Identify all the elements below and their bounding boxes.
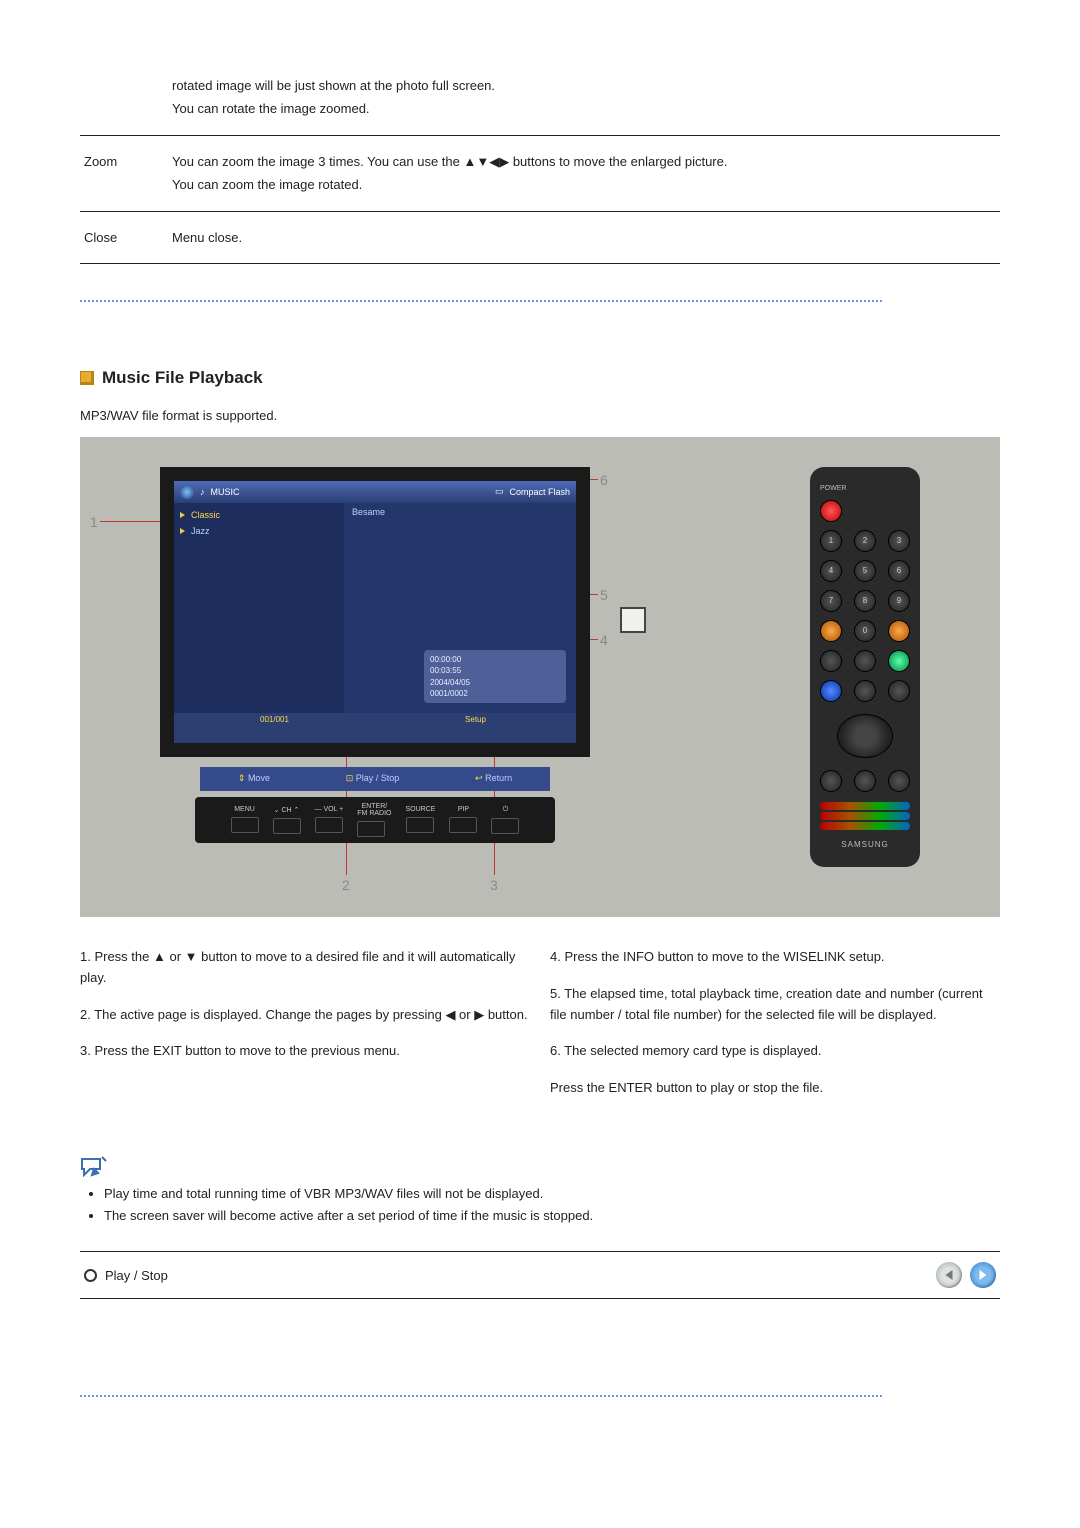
info-count: 0001/0002 — [430, 688, 560, 699]
step-text: 3. Press the EXIT button to move to the … — [80, 1041, 530, 1062]
info-box: 00:00:00 00:03:55 2004/04/05 0001/0002 — [424, 650, 566, 703]
note-item: The screen saver will become active afte… — [104, 1205, 1000, 1227]
setup-label: Setup — [375, 715, 576, 724]
monitor-stand: MENU ⌄ CH ⌃ — VOL + ENTER/ FM RADIO SOUR… — [195, 797, 555, 843]
list-item[interactable]: Classic — [174, 507, 344, 523]
feature-table: rotated image will be just shown at the … — [80, 60, 1000, 264]
info-date: 2004/04/05 — [430, 677, 560, 688]
section-title: Music File Playback — [102, 368, 263, 388]
step-text: 1. Press the ▲ or ▼ button to move to a … — [80, 947, 530, 989]
feature-label: Zoom — [80, 135, 168, 211]
callout-6: 6 — [600, 472, 608, 488]
screen-mode-label: MUSIC — [211, 487, 240, 497]
steps: 1. Press the ▲ or ▼ button to move to a … — [80, 947, 1000, 1115]
step-text: 6. The selected memory card type is disp… — [550, 1041, 1000, 1062]
monitor: ♪ MUSIC ▭ Compact Flash Classic Jazz — [160, 467, 590, 857]
list-item-label: Classic — [191, 510, 220, 520]
table-row: Zoom You can zoom the image 3 times. You… — [80, 135, 1000, 211]
callout-1: 1 — [90, 514, 98, 530]
feature-desc: You can zoom the image 3 times. You can … — [168, 135, 1000, 211]
callout-4: 4 — [600, 632, 608, 648]
play-icon — [180, 528, 185, 534]
card-icon: ▭ — [495, 486, 504, 497]
hint-bar: ⇕ Move ⊡ Play / Stop ↩ Return — [200, 767, 550, 791]
step-text: 2. The active page is displayed. Change … — [80, 1005, 530, 1026]
info-elapsed: 00:00:00 — [430, 654, 560, 665]
screen-card-label: Compact Flash — [509, 487, 570, 497]
figure: 1 2 3 4 5 6 ♪ MUSIC ▭ Compact Flash — [80, 437, 1000, 917]
dpad[interactable] — [837, 714, 893, 758]
section-header: Music File Playback — [80, 368, 1000, 388]
callout-3: 3 — [490, 877, 498, 893]
feature-label — [80, 60, 168, 135]
stop-icon — [620, 607, 646, 633]
remote: POWER 123 456 789 0 SAMSUNG — [810, 467, 920, 867]
feature-desc: rotated image will be just shown at the … — [168, 60, 1000, 135]
remote-brand: SAMSUNG — [820, 840, 910, 849]
screen: ♪ MUSIC ▭ Compact Flash Classic Jazz — [160, 467, 590, 757]
power-button[interactable] — [820, 500, 842, 522]
play-stop-label: Play / Stop — [105, 1268, 168, 1283]
prev-button[interactable] — [936, 1262, 962, 1288]
color-buttons[interactable] — [820, 800, 910, 832]
play-stop-row: Play / Stop — [80, 1251, 1000, 1299]
bullet-icon — [84, 1269, 97, 1282]
step-text: 5. The elapsed time, total playback time… — [550, 984, 1000, 1026]
file-list: Classic Jazz — [174, 503, 344, 713]
section-divider — [80, 294, 1000, 308]
list-item[interactable]: Jazz — [174, 523, 344, 539]
bottom-bar: 001/001 Setup — [174, 713, 576, 743]
current-file: Besame — [344, 503, 576, 531]
step-text: 4. Press the INFO button to move to the … — [550, 947, 1000, 968]
pager-label: 001/001 — [174, 715, 375, 724]
table-row: Close Menu close. — [80, 211, 1000, 263]
step-text: Press the ENTER button to play or stop t… — [550, 1078, 1000, 1099]
feature-label: Close — [80, 211, 168, 263]
section-divider — [80, 1389, 1000, 1403]
screen-topbar: ♪ MUSIC ▭ Compact Flash — [174, 481, 576, 503]
callout-5: 5 — [600, 587, 608, 603]
next-button[interactable] — [970, 1262, 996, 1288]
play-icon — [180, 512, 185, 518]
note-item: Play time and total running time of VBR … — [104, 1183, 1000, 1205]
bullet-icon — [80, 371, 94, 385]
note-icon — [80, 1155, 108, 1177]
callout-2: 2 — [342, 877, 350, 893]
table-row: rotated image will be just shown at the … — [80, 60, 1000, 135]
feature-desc: Menu close. — [168, 211, 1000, 263]
main-panel: Besame 00:00:00 00:03:55 2004/04/05 0001… — [344, 503, 576, 713]
logo-icon — [180, 485, 194, 499]
info-total: 00:03:55 — [430, 665, 560, 676]
support-text: MP3/WAV file format is supported. — [80, 408, 1000, 423]
notes-list: Play time and total running time of VBR … — [80, 1183, 1000, 1227]
list-item-label: Jazz — [191, 526, 210, 536]
